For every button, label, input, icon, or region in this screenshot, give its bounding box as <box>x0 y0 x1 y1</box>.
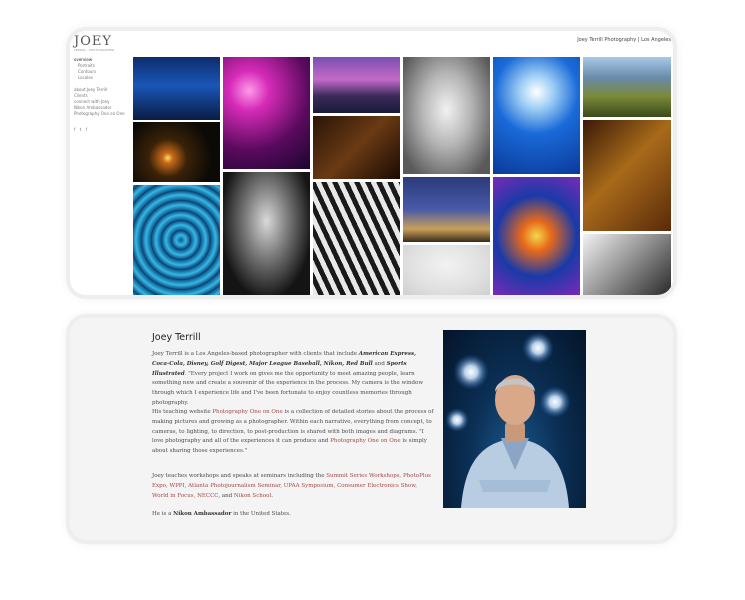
photo-night-window[interactable] <box>133 57 220 120</box>
bio-text: Joey Terrill is a Los Angeles-based phot… <box>152 351 359 357</box>
flickr-icon[interactable]: f <box>86 127 87 132</box>
photo-pink-droplets[interactable] <box>223 57 310 169</box>
nikon-ambassador-text: Nikon Ambassador <box>173 511 232 517</box>
photo-brown-leaf[interactable] <box>583 120 671 231</box>
studio-light <box>522 332 554 364</box>
photo-zebra-model[interactable] <box>313 182 400 295</box>
site-logo-subtitle: TERRILL · PHOTOGRAPHER <box>74 48 114 52</box>
bio-paragraph-workshops: Joey teaches workshops and speaks at sem… <box>152 472 434 501</box>
bio-text: , and <box>218 492 234 499</box>
photo-coastline[interactable] <box>583 57 671 117</box>
about-page-card: Joey Terrill Joey Terrill is a Los Angel… <box>70 318 673 540</box>
photo-baseball-player[interactable] <box>223 172 310 295</box>
photo-bride[interactable] <box>403 57 490 174</box>
photography-one-on-one-link[interactable]: Photography One on One <box>212 409 282 415</box>
photo-bay-dusk[interactable] <box>313 57 400 113</box>
bio-quote: . "Every project I work on gives me the … <box>152 370 424 406</box>
photo-modern-house[interactable] <box>403 177 490 242</box>
sidebar-nav: overview Portraits Contours Locales abou… <box>74 57 130 133</box>
photo-moonrise[interactable] <box>133 122 220 182</box>
bio-text: and <box>372 360 387 367</box>
nikon-school-link[interactable]: Nikon School <box>234 493 271 499</box>
portrait-illustration <box>445 332 571 508</box>
bio-paragraph-teaching: His teaching website Photography One on … <box>152 408 434 457</box>
bio-heading: Joey Terrill <box>152 332 201 343</box>
studio-light <box>539 386 571 418</box>
bio-paragraph-ambassador: He is a Nikon Ambassador in the United S… <box>152 510 434 520</box>
nav-item-photography-one-on-one[interactable]: Photography One on One <box>74 111 130 117</box>
studio-light <box>453 354 489 390</box>
photo-joey-terrill-portrait <box>443 330 586 508</box>
studio-light <box>445 408 469 432</box>
crossed-arms <box>479 480 551 492</box>
twitter-icon[interactable]: t <box>80 127 82 132</box>
photo-dandelion[interactable] <box>493 57 580 174</box>
bio-text: His teaching website <box>152 409 213 415</box>
photo-blue-spiral[interactable] <box>133 185 220 295</box>
photo-window-figure[interactable] <box>313 116 400 179</box>
facebook-icon[interactable]: f <box>74 127 75 132</box>
photo-boy-portrait[interactable] <box>403 245 490 295</box>
photography-one-on-one-link[interactable]: Photography One on One <box>330 438 400 444</box>
photo-color-bubbles[interactable] <box>493 177 580 295</box>
photo-architecture[interactable] <box>583 234 671 295</box>
bio-text: in the United States. <box>231 511 291 517</box>
site-title: Joey Terrill Photography | Los Angeles <box>577 37 671 43</box>
gallery-page-card: JOEY TERRILL · PHOTOGRAPHER Joey Terrill… <box>70 31 673 295</box>
bio-text: . <box>271 492 273 499</box>
site-logo[interactable]: JOEY <box>74 34 112 49</box>
bio-text: Joey teaches workshops and speaks at sem… <box>152 473 327 479</box>
bio-text: He is a <box>152 511 174 517</box>
bio-paragraph-clients: Joey Terrill is a Los Angeles-based phot… <box>152 350 434 409</box>
social-links: f t f <box>74 127 130 133</box>
